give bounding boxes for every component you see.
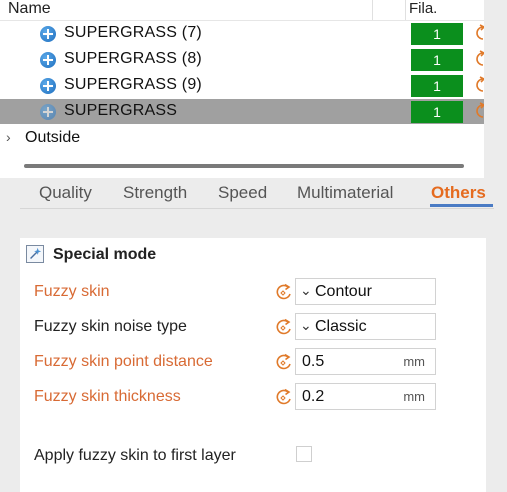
chevron-down-icon: ⌄ [300,317,312,333]
object-name: SUPERGRASS (7) [64,24,202,41]
panel-gutter [486,238,507,492]
object-list-horizontal-scrollbar[interactable] [24,164,464,168]
tab-strength[interactable]: Strength [123,183,187,203]
thickness-input[interactable]: 0.2 mm [295,383,436,410]
column-header-filament[interactable]: Fila. [409,0,437,18]
chevron-right-icon[interactable]: › [6,129,11,145]
fuzzy-skin-select[interactable]: ⌄ Contour [295,278,436,305]
reset-icon[interactable] [275,353,293,371]
noise-type-value: Classic [315,318,367,335]
object-name: SUPERGRASS (9) [64,76,202,93]
noise-type-select[interactable]: ⌄ Classic [295,313,436,340]
outside-group-row[interactable]: › Outside [0,126,484,150]
object-list-panel: Name Fila. SUPERGRASS (7) 1 SUPERGRASS (… [0,0,484,178]
settings-tabs: Quality Strength Speed Multimaterial Oth… [20,182,494,209]
column-header-name[interactable]: Name [8,0,51,18]
object-row[interactable]: SUPERGRASS (8) 1 [0,47,484,72]
chevron-down-icon: ⌄ [300,282,312,298]
fuzzy-skin-value: Contour [315,283,372,300]
wand-icon [26,245,44,263]
object-row[interactable]: SUPERGRASS (9) 1 [0,73,484,98]
first-layer-label: Apply fuzzy skin to first layer [34,447,236,464]
point-distance-unit: mm [403,354,425,369]
filament-badge[interactable]: 1 [411,101,463,123]
object-name: SUPERGRASS [64,102,178,119]
tab-multimaterial[interactable]: Multimaterial [297,183,393,203]
part-icon [40,26,56,42]
object-name: SUPERGRASS (8) [64,50,202,67]
filament-badge[interactable]: 1 [411,23,463,45]
thickness-value: 0.2 [302,388,325,405]
settings-panel: Special mode Fuzzy skin ⌄ Contour Fuzzy … [20,238,496,492]
reset-icon[interactable] [275,388,293,406]
noise-type-label: Fuzzy skin noise type [34,318,187,335]
reset-icon[interactable] [275,283,293,301]
reset-icon[interactable] [472,50,484,68]
tab-others[interactable]: Others [431,183,486,203]
object-row-selected[interactable]: SUPERGRASS 1 [0,99,484,124]
reset-icon[interactable] [472,76,484,94]
first-layer-checkbox[interactable] [296,446,312,462]
active-tab-indicator [430,204,493,207]
outside-group-label: Outside [25,129,81,146]
column-divider [372,0,373,20]
reset-icon[interactable] [472,24,484,42]
thickness-unit: mm [403,389,425,404]
object-list-header: Name Fila. [0,0,484,21]
point-distance-input[interactable]: 0.5 mm [295,348,436,375]
column-divider [405,0,406,20]
filament-badge[interactable]: 1 [411,75,463,97]
part-icon [40,78,56,94]
point-distance-label: Fuzzy skin point distance [34,353,213,370]
point-distance-value: 0.5 [302,353,325,370]
section-title: Special mode [53,246,157,263]
reset-icon[interactable] [275,318,293,336]
part-icon [40,52,56,68]
thickness-label: Fuzzy skin thickness [34,388,181,405]
reset-icon[interactable] [472,102,484,120]
object-row[interactable]: SUPERGRASS (7) 1 [0,21,484,46]
tab-quality[interactable]: Quality [39,183,92,203]
part-icon [40,104,56,120]
tab-speed[interactable]: Speed [218,183,267,203]
filament-badge[interactable]: 1 [411,49,463,71]
fuzzy-skin-label: Fuzzy skin [34,283,110,300]
